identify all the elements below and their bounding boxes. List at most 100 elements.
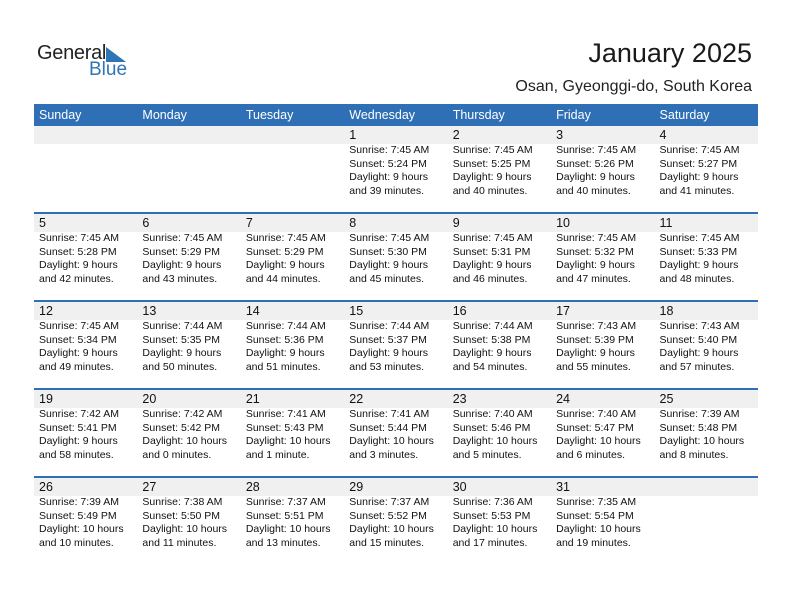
day-cell: 3 Sunrise: 7:45 AM Sunset: 5:26 PM Daylight… (551, 126, 654, 198)
day-number: 25 (659, 392, 674, 406)
sunrise-text: Sunrise: 7:36 AM (452, 496, 533, 508)
sunset-text: Sunset: 5:32 PM (556, 245, 634, 258)
daylight-text: Daylight: 9 hours (659, 347, 739, 359)
day-number: 16 (452, 304, 467, 318)
daylight-minutes-text: and 8 minutes. (659, 448, 729, 461)
sunrise-text: Sunrise: 7:43 AM (556, 320, 637, 332)
daylight-text: Daylight: 9 hours (245, 347, 325, 359)
day-number: 8 (349, 216, 357, 230)
daylight-minutes-text: and 0 minutes. (142, 448, 212, 461)
day-cell: 20 Sunrise: 7:42 AM Sunset: 5:42 PM Dayligh… (137, 390, 240, 462)
daylight-minutes-text: and 39 minutes. (349, 184, 424, 197)
sunset-text: Sunset: 5:49 PM (39, 509, 117, 522)
daylight-minutes-text: and 10 minutes. (39, 536, 114, 549)
day-number: 13 (142, 304, 157, 318)
sunrise-text: Sunrise: 7:45 AM (39, 232, 119, 244)
sunrise-text: Sunrise: 7:41 AM (245, 408, 326, 420)
daylight-text: Daylight: 10 hours (349, 435, 434, 447)
sunset-text: Sunset: 5:52 PM (349, 509, 427, 522)
empty-day-cell (137, 126, 240, 198)
day-cell: 14 Sunrise: 7:44 AM Sunset: 5:36 PM Dayligh… (241, 302, 344, 374)
daylight-minutes-text: and 5 minutes. (452, 448, 522, 461)
sunrise-text: Sunrise: 7:39 AM (39, 496, 119, 508)
week-days: 1 Sunrise: 7:45 AM Sunset: 5:24 PM Daylight… (34, 126, 758, 198)
location-subtitle: Osan, Gyeonggi-do, South Korea (515, 78, 752, 95)
daylight-text: Daylight: 10 hours (349, 523, 434, 535)
sunrise-text: Sunrise: 7:38 AM (142, 496, 223, 508)
daylight-minutes-text: and 51 minutes. (245, 360, 321, 373)
sunrise-text: Sunrise: 7:44 AM (142, 320, 223, 332)
daylight-minutes-text: and 58 minutes. (39, 448, 114, 461)
week-row: 12 Sunrise: 7:45 AM Sunset: 5:34 PM Dayligh… (34, 300, 758, 388)
daylight-text: Daylight: 10 hours (142, 435, 228, 447)
sunrise-text: Sunrise: 7:45 AM (659, 144, 740, 156)
day-number: 9 (452, 216, 460, 230)
sunset-text: Sunset: 5:50 PM (142, 509, 221, 522)
day-number: 14 (245, 304, 260, 318)
sunset-text: Sunset: 5:34 PM (39, 333, 117, 346)
daylight-text: Daylight: 9 hours (349, 259, 429, 271)
day-cell: 16 Sunrise: 7:44 AM Sunset: 5:38 PM Dayligh… (448, 302, 551, 374)
weekday-sunday: Sunday (39, 108, 82, 122)
daylight-minutes-text: and 3 minutes. (349, 448, 419, 461)
sunset-text: Sunset: 5:31 PM (452, 245, 531, 258)
sunrise-text: Sunrise: 7:39 AM (659, 408, 740, 420)
daylight-text: Daylight: 10 hours (452, 435, 538, 447)
sunset-text: Sunset: 5:42 PM (142, 421, 221, 434)
empty-day-cell (34, 126, 137, 198)
day-cell: 26 Sunrise: 7:39 AM Sunset: 5:49 PM Dayligh… (34, 478, 137, 550)
day-cell: 27 Sunrise: 7:38 AM Sunset: 5:50 PM Dayligh… (137, 478, 240, 550)
day-number: 7 (245, 216, 253, 230)
day-number: 24 (556, 392, 571, 406)
daylight-text: Daylight: 9 hours (556, 347, 635, 359)
week-days: 5 Sunrise: 7:45 AM Sunset: 5:28 PM Daylight… (34, 214, 758, 286)
brand-word-blue: Blue (89, 59, 128, 80)
sunrise-text: Sunrise: 7:41 AM (349, 408, 430, 420)
week-row: 26 Sunrise: 7:39 AM Sunset: 5:49 PM Dayligh… (34, 476, 758, 564)
daylight-text: Daylight: 9 hours (556, 259, 635, 271)
sunset-text: Sunset: 5:25 PM (452, 157, 531, 170)
sunrise-text: Sunrise: 7:43 AM (659, 320, 740, 332)
day-number: 29 (349, 480, 364, 494)
sunrise-text: Sunrise: 7:45 AM (556, 144, 637, 156)
daylight-text: Daylight: 9 hours (142, 259, 222, 271)
daylight-text: Daylight: 10 hours (452, 523, 538, 535)
daylight-minutes-text: and 42 minutes. (39, 272, 114, 285)
sunrise-text: Sunrise: 7:44 AM (245, 320, 326, 332)
week-days: 26 Sunrise: 7:39 AM Sunset: 5:49 PM Dayligh… (34, 478, 758, 550)
sunrise-text: Sunrise: 7:42 AM (39, 408, 119, 420)
daylight-text: Daylight: 10 hours (245, 523, 331, 535)
sunrise-text: Sunrise: 7:45 AM (452, 144, 533, 156)
sunset-text: Sunset: 5:47 PM (556, 421, 634, 434)
sunset-text: Sunset: 5:41 PM (39, 421, 117, 434)
day-number: 26 (39, 480, 53, 494)
day-cell: 6 Sunrise: 7:45 AM Sunset: 5:29 PM Daylight… (137, 214, 240, 286)
day-cell: 28 Sunrise: 7:37 AM Sunset: 5:51 PM Dayligh… (241, 478, 344, 550)
day-cell: 15 Sunrise: 7:44 AM Sunset: 5:37 PM Dayligh… (344, 302, 447, 374)
day-number: 19 (39, 392, 53, 406)
daylight-minutes-text: and 44 minutes. (245, 272, 321, 285)
day-cell: 10 Sunrise: 7:45 AM Sunset: 5:32 PM Dayligh… (551, 214, 654, 286)
page-title: January 2025 (588, 38, 752, 68)
day-number: 31 (556, 480, 571, 494)
sunset-text: Sunset: 5:38 PM (452, 333, 531, 346)
daylight-minutes-text: and 40 minutes. (556, 184, 631, 197)
day-cell: 23 Sunrise: 7:40 AM Sunset: 5:46 PM Dayligh… (448, 390, 551, 462)
sunrise-text: Sunrise: 7:45 AM (39, 320, 119, 332)
day-number: 12 (39, 304, 53, 318)
daylight-minutes-text: and 1 minute. (245, 448, 310, 461)
daylight-text: Daylight: 10 hours (245, 435, 331, 447)
day-cell: 22 Sunrise: 7:41 AM Sunset: 5:44 PM Dayligh… (344, 390, 447, 462)
daylight-minutes-text: and 54 minutes. (452, 360, 528, 373)
weekday-wednesday: Wednesday (349, 108, 416, 122)
brand-logo: General Blue (37, 42, 137, 82)
sunset-text: Sunset: 5:54 PM (556, 509, 634, 522)
empty-day-cell (655, 478, 758, 550)
sunrise-text: Sunrise: 7:44 AM (452, 320, 533, 332)
weekday-thursday: Thursday (452, 108, 505, 122)
sunrise-text: Sunrise: 7:45 AM (452, 232, 533, 244)
sunset-text: Sunset: 5:33 PM (659, 245, 738, 258)
day-cell: 7 Sunrise: 7:45 AM Sunset: 5:29 PM Daylight… (241, 214, 344, 286)
day-cell: 19 Sunrise: 7:42 AM Sunset: 5:41 PM Dayligh… (34, 390, 137, 462)
daylight-minutes-text: and 43 minutes. (142, 272, 218, 285)
